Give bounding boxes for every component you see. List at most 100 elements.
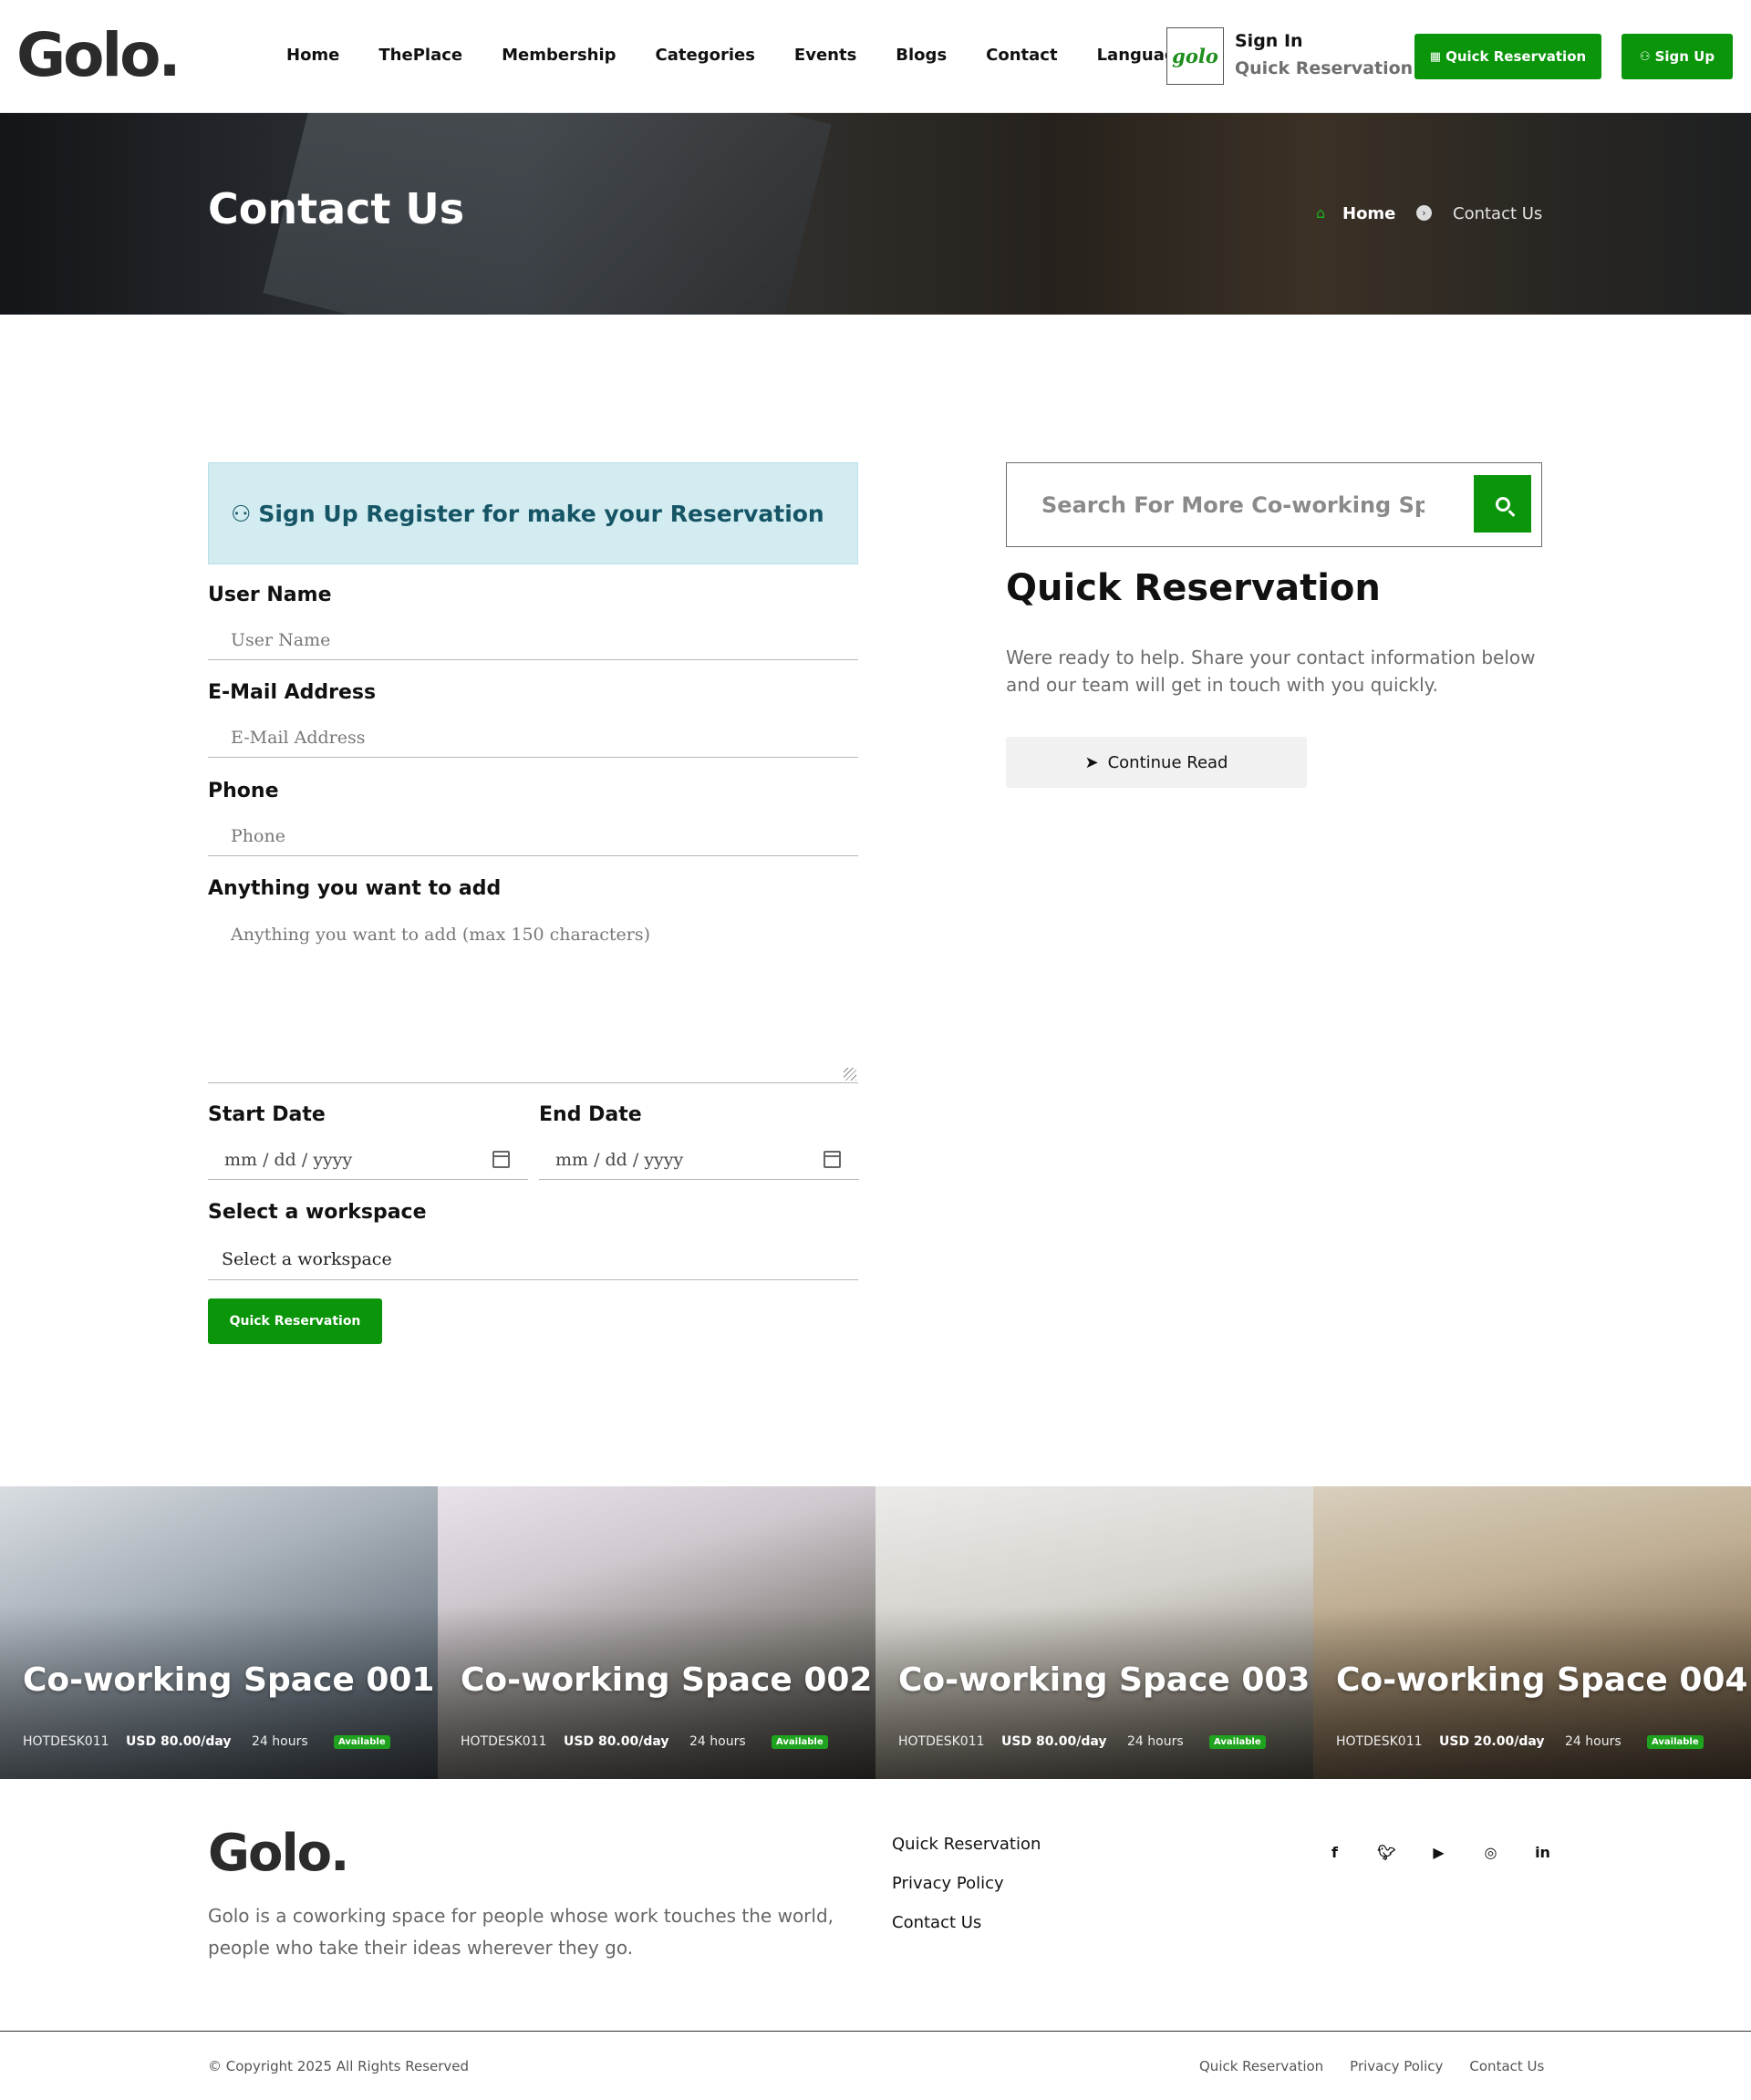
facebook-icon[interactable]: f [1309,1844,1361,1861]
end-date-label: End Date [539,1103,642,1126]
workspace-meta: HOTDESK011 USD 80.00/day 24 hours Availa… [23,1734,390,1749]
bottom-link-quick-reservation[interactable]: Quick Reservation [1199,2058,1323,2074]
workspace-hours: 24 hours [1127,1734,1184,1749]
footer-links: Quick Reservation Privacy Policy Contact… [892,1835,1041,1952]
bottom-link-privacy-policy[interactable]: Privacy Policy [1350,2058,1443,2074]
calendar-icon: ▦ [1429,49,1442,64]
signin-subtitle[interactable]: Quick Reservation [1235,58,1413,78]
calendar-icon[interactable] [824,1151,841,1168]
signup-notice-text: Sign Up Register for make your Reservati… [258,500,824,527]
form-quick-reservation-button[interactable]: Quick Reservation [208,1298,382,1344]
footer-logo[interactable]: Golo. [208,1824,349,1883]
nav-events[interactable]: Events [794,46,856,65]
workspace-hours: 24 hours [689,1734,746,1749]
youtube-icon[interactable]: ▶ [1413,1844,1465,1861]
signup-notice: ⚇ Sign Up Register for make your Reserva… [208,462,858,564]
nav-membership[interactable]: Membership [502,46,616,65]
notes-label: Anything you want to add [208,877,502,900]
workspace-title[interactable]: Co-working Space 003 [898,1661,1310,1699]
workspace-title[interactable]: Co-working Space 002 [461,1661,872,1699]
workspace-code: HOTDESK011 [23,1734,109,1749]
end-date-input[interactable]: mm / dd / yyyy [539,1140,859,1180]
instagram-icon[interactable]: ◎ [1465,1844,1517,1861]
twitter-icon[interactable]: 🐦︎ [1361,1844,1413,1861]
workspace-price: USD 20.00/day [1439,1734,1545,1749]
footer-link-privacy-policy[interactable]: Privacy Policy [892,1874,1041,1913]
footer-description: Golo is a coworking space for people who… [208,1905,834,1959]
quick-reservation-title: Quick Reservation [1006,567,1381,609]
search-box: Search For More Co-working Space [1006,462,1542,547]
search-icon [1495,496,1510,512]
workspace-cards: Co-working Space 001 HOTDESK011 USD 80.0… [0,1486,1751,1779]
workspace-card[interactable]: Co-working Space 003 HOTDESK011 USD 80.0… [876,1486,1313,1779]
linkedin-icon[interactable]: in [1517,1844,1569,1861]
notes-placeholder: Anything you want to add (max 150 charac… [231,925,651,945]
workspace-meta: HOTDESK011 USD 80.00/day 24 hours Availa… [898,1734,1266,1749]
notes-textarea[interactable]: Anything you want to add (max 150 charac… [208,912,858,1083]
bottom-link-contact-us[interactable]: Contact Us [1469,2058,1544,2074]
footer-link-quick-reservation[interactable]: Quick Reservation [892,1835,1041,1874]
status-badge: Available [1647,1734,1704,1749]
main-nav: Home ThePlace Membership Categories Even… [286,46,1243,65]
workspace-price: USD 80.00/day [1001,1734,1107,1749]
bottom-links: Quick Reservation Privacy Policy Contact… [1173,2058,1544,2074]
workspace-card[interactable]: Co-working Space 002 HOTDESK011 USD 80.0… [438,1486,876,1779]
start-date-input[interactable]: mm / dd / yyyy [208,1140,528,1180]
email-label: E-Mail Address [208,681,377,704]
workspace-select[interactable]: Select a workspace [208,1238,858,1280]
workspace-title[interactable]: Co-working Space 004 [1336,1661,1747,1699]
quick-reservation-text: Were ready to help. Share your contact i… [1006,647,1536,696]
phone-input[interactable]: Phone [208,816,858,856]
nav-theplace[interactable]: ThePlace [378,46,462,65]
username-label: User Name [208,584,332,606]
end-date-value: mm / dd / yyyy [555,1149,684,1170]
user-avatar-logo[interactable]: golo [1166,27,1224,85]
workspace-title[interactable]: Co-working Space 001 [23,1661,434,1699]
continue-read-label: Continue Read [1107,752,1228,772]
footer-link-contact-us[interactable]: Contact Us [892,1913,1041,1952]
header-quick-reservation-button[interactable]: ▦ Quick Reservation [1414,34,1601,79]
search-button[interactable] [1474,475,1531,533]
nav-categories[interactable]: Categories [656,46,755,65]
home-icon: ⌂ [1316,204,1326,222]
continue-read-button[interactable]: ➤ Continue Read [1006,737,1307,788]
workspace-hours: 24 hours [252,1734,308,1749]
start-date-label: Start Date [208,1103,326,1126]
site-logo[interactable]: Golo. [16,20,181,90]
resize-handle-icon[interactable] [844,1068,856,1081]
nav-home[interactable]: Home [286,46,339,65]
workspace-meta: HOTDESK011 USD 20.00/day 24 hours Availa… [1336,1734,1704,1749]
site-header: Golo. Home ThePlace Membership Categorie… [0,0,1751,113]
workspace-card[interactable]: Co-working Space 001 HOTDESK011 USD 80.0… [0,1486,438,1779]
workspace-price: USD 80.00/day [564,1734,669,1749]
signin-link[interactable]: Sign In [1235,31,1303,51]
header-signup-button[interactable]: ⚇ Sign Up [1621,34,1733,79]
start-date-value: mm / dd / yyyy [224,1149,353,1170]
workspace-label: Select a workspace [208,1201,427,1224]
footer-divider [0,2031,1751,2032]
workspace-card[interactable]: Co-working Space 004 HOTDESK011 USD 20.0… [1313,1486,1751,1779]
workspace-code: HOTDESK011 [898,1734,985,1749]
nav-contact[interactable]: Contact [986,46,1057,65]
cursor-icon: ➤ [1084,752,1099,772]
header-signup-label: Sign Up [1654,48,1715,65]
user-icon: ⚇ [1639,49,1651,64]
status-badge: Available [772,1734,828,1749]
user-icon: ⚇ [231,500,252,527]
page-hero-banner: Contact Us ⌂ Home › Contact Us [0,113,1751,315]
workspace-hours: 24 hours [1565,1734,1621,1749]
email-input[interactable]: E-Mail Address [208,718,858,758]
page-title: Contact Us [208,184,465,233]
breadcrumb-home[interactable]: Home [1342,204,1395,223]
username-input[interactable]: User Name [208,620,858,660]
workspace-code: HOTDESK011 [1336,1734,1423,1749]
workspace-meta: HOTDESK011 USD 80.00/day 24 hours Availa… [461,1734,828,1749]
nav-blogs[interactable]: Blogs [896,46,947,65]
calendar-icon[interactable] [492,1151,510,1168]
status-badge: Available [1209,1734,1266,1749]
chevron-right-icon: › [1416,205,1432,221]
breadcrumb-current: Contact Us [1453,204,1543,223]
search-input[interactable]: Search For More Co-working Space [1041,487,1425,523]
phone-label: Phone [208,780,279,802]
workspace-price: USD 80.00/day [126,1734,232,1749]
